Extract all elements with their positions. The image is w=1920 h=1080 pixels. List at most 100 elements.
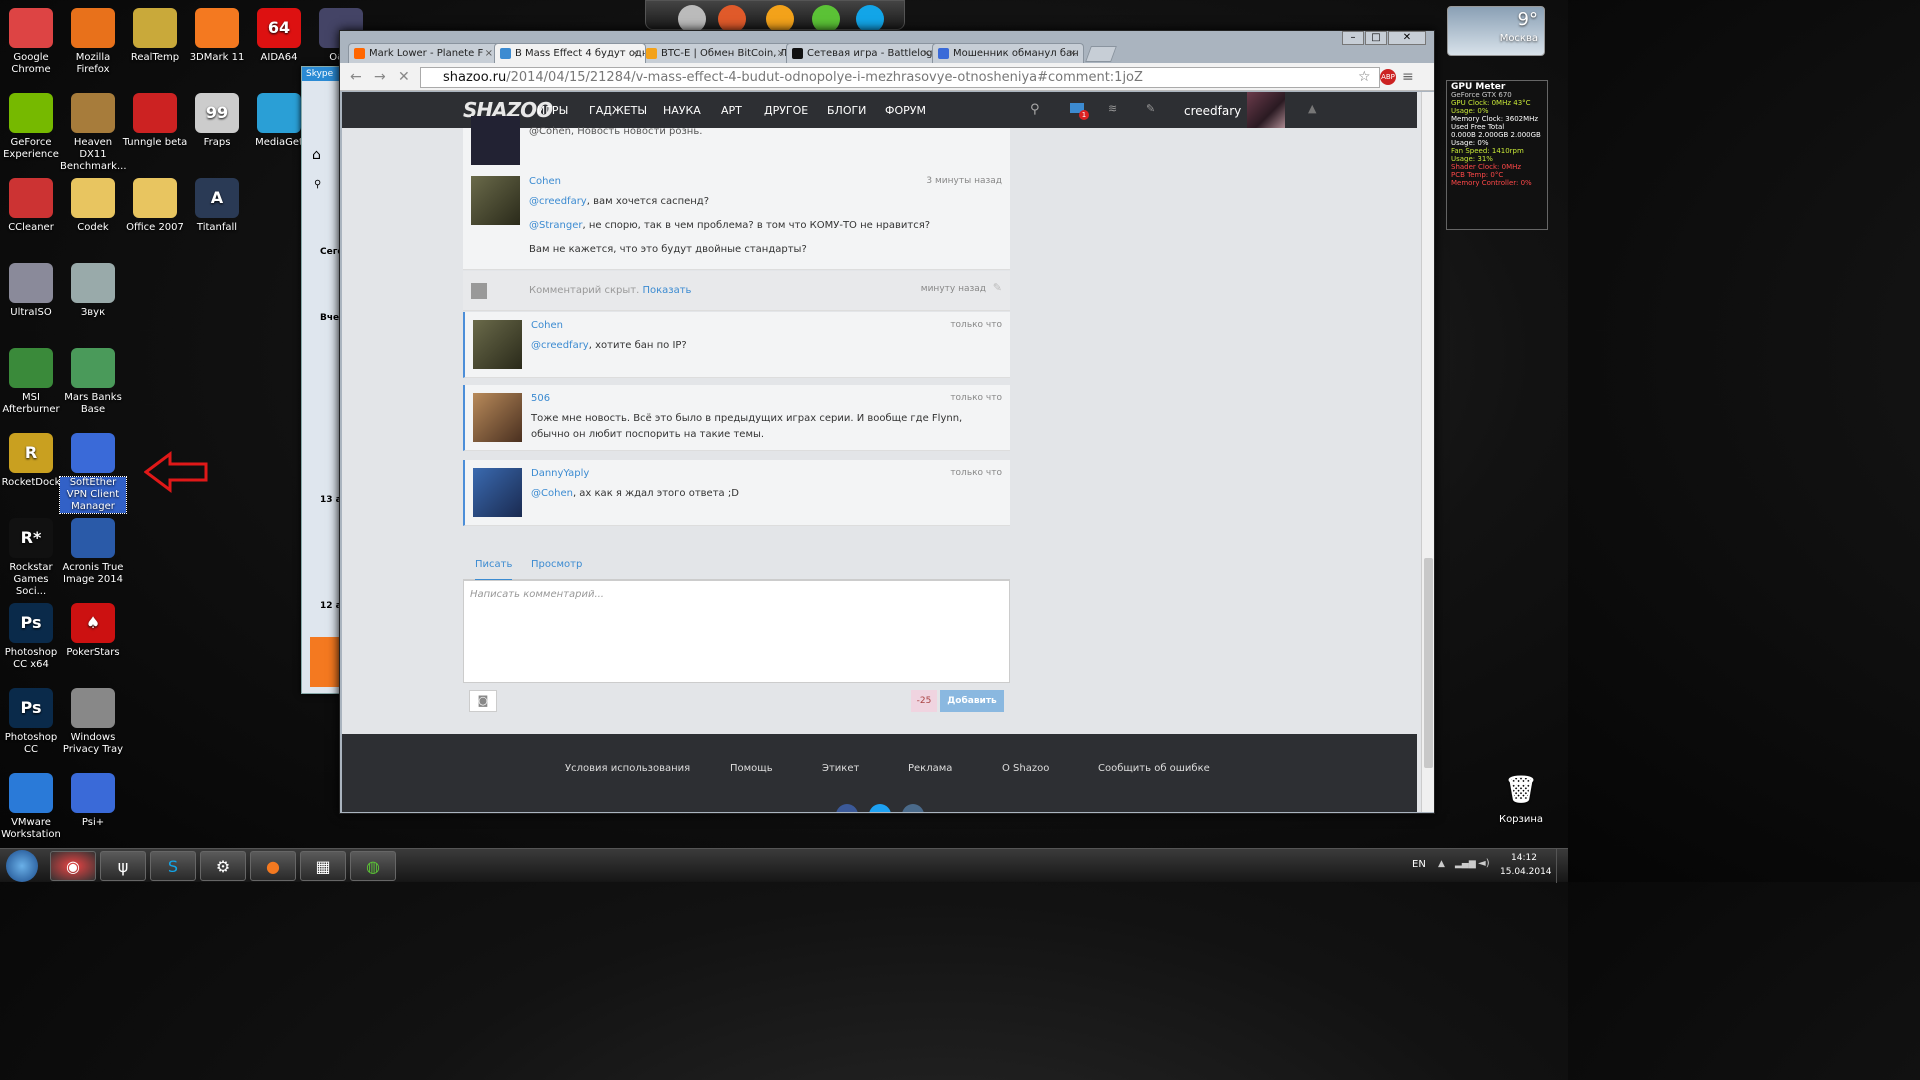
recycle-bin[interactable]: 🗑 Корзина xyxy=(1488,770,1554,826)
stop-icon[interactable]: ✕ xyxy=(398,69,410,85)
collapse-icon[interactable]: ▲ xyxy=(1308,102,1316,115)
desktop-icon[interactable]: Tunngle beta xyxy=(122,93,188,149)
avatar[interactable] xyxy=(473,468,522,517)
skype-icon[interactable] xyxy=(856,5,884,33)
skype-window[interactable]: Skype ⌂ ⚲ Сего Вчер 13 а 12 а xyxy=(301,66,346,694)
avatar[interactable] xyxy=(473,320,522,369)
mention-link[interactable]: @creedfary xyxy=(531,340,589,351)
tab-preview[interactable]: Просмотр xyxy=(531,559,582,570)
desktop-icon[interactable]: Codek xyxy=(60,178,126,234)
new-tab-button[interactable] xyxy=(1085,46,1117,62)
desktop-icon[interactable]: RealTemp xyxy=(122,8,188,64)
app-icon[interactable] xyxy=(718,5,746,33)
desktop-icon[interactable]: Psi+ xyxy=(60,773,126,829)
mention-link[interactable]: @creedfary xyxy=(529,196,587,207)
skype-taskbar-icon[interactable]: S xyxy=(150,851,196,881)
desktop-icon[interactable]: Acronis True Image 2014 xyxy=(60,518,126,586)
scrollbar-thumb[interactable] xyxy=(1424,558,1433,768)
close-tab-icon[interactable]: × xyxy=(631,44,639,63)
mention-link[interactable]: @Cohen xyxy=(531,488,573,499)
start-button[interactable] xyxy=(6,850,38,882)
nav-art[interactable]: АРТ xyxy=(721,104,742,117)
desktop-icon[interactable]: SoftEther VPN Client Manager xyxy=(59,433,127,514)
nav-games[interactable]: ИГРЫ xyxy=(537,104,568,117)
desktop-icon[interactable]: Звук xyxy=(60,263,126,319)
desktop-icon[interactable]: Mars Banks Base xyxy=(60,348,126,416)
comment-author[interactable]: 506 xyxy=(531,393,550,404)
desktop-icon[interactable]: A Titanfall xyxy=(184,178,250,234)
close-tab-icon[interactable]: × xyxy=(485,44,493,63)
pencil-icon[interactable]: ✎ xyxy=(993,281,1002,294)
weather-gadget[interactable]: 9° Москва xyxy=(1447,6,1545,56)
calculator-taskbar-icon[interactable]: ▦ xyxy=(300,851,346,881)
scrollbar[interactable] xyxy=(1421,92,1434,812)
browser-tab[interactable]: BTC-E | Обмен BitCoin, Л × xyxy=(640,43,792,63)
desktop-icon[interactable]: CCleaner xyxy=(0,178,64,234)
submit-button[interactable]: Добавить xyxy=(940,690,1004,712)
back-icon[interactable]: ← xyxy=(350,69,362,85)
feed-icon[interactable]: ≋ xyxy=(1108,102,1117,115)
mention-link[interactable]: @Stranger xyxy=(529,220,582,231)
desktop-icon[interactable]: Ps Photoshop CC xyxy=(0,688,64,756)
vk-icon[interactable] xyxy=(902,804,924,812)
desktop-icon[interactable]: MSI Afterburner xyxy=(0,348,64,416)
desktop-icon[interactable]: VMware Workstation xyxy=(0,773,64,841)
close-button[interactable]: ✕ xyxy=(1388,31,1426,45)
desktop-icon[interactable]: 3DMark 11 xyxy=(184,8,250,64)
nav-science[interactable]: НАУКА xyxy=(663,104,701,117)
skype-call-button[interactable] xyxy=(310,637,340,687)
nav-forum[interactable]: ФОРУМ xyxy=(885,104,926,117)
footer-ads[interactable]: Реклама xyxy=(908,763,952,774)
show-hidden-link[interactable]: Показать xyxy=(642,285,691,296)
search-icon[interactable] xyxy=(678,5,706,33)
language-indicator[interactable]: EN xyxy=(1412,859,1426,870)
app-icon[interactable] xyxy=(812,5,840,33)
close-tab-icon[interactable]: × xyxy=(1069,44,1077,63)
footer-help[interactable]: Помощь xyxy=(730,763,773,774)
desktop-icon[interactable]: R RocketDock xyxy=(0,433,64,489)
signal-icon[interactable]: ▂▄▆ xyxy=(1455,859,1476,869)
twitter-icon[interactable] xyxy=(869,804,891,812)
avatar[interactable] xyxy=(473,393,522,442)
avatar[interactable] xyxy=(471,176,520,225)
avatar[interactable] xyxy=(1247,92,1285,128)
camera-icon[interactable]: ◙ xyxy=(469,690,497,712)
desktop-icon[interactable]: Ps Photoshop CC x64 xyxy=(0,603,64,671)
clock-time[interactable]: 14:12 xyxy=(1502,853,1546,863)
address-bar[interactable]: shazoo.ru/2014/04/15/21284/v-mass-effect… xyxy=(420,67,1380,88)
adblock-icon[interactable]: ABP xyxy=(1380,69,1396,85)
browser-tab[interactable]: В Mass Effect 4 будут одн × xyxy=(494,43,646,63)
clock-date[interactable]: 15.04.2014 xyxy=(1500,867,1552,877)
desktop-icon[interactable]: UltraISO xyxy=(0,263,64,319)
minimize-button[interactable]: – xyxy=(1342,31,1364,45)
browser-tab[interactable]: Сетевая игра - Battlelog × xyxy=(786,43,938,63)
chrome-taskbar-icon[interactable]: ◉ xyxy=(50,851,96,881)
close-tab-icon[interactable]: × xyxy=(923,44,931,63)
footer-report-bug[interactable]: Сообщить об ошибке xyxy=(1098,763,1210,774)
desktop-icon[interactable]: Google Chrome xyxy=(0,8,64,76)
desktop-icon[interactable]: GeForce Experience xyxy=(0,93,64,161)
desktop-icon[interactable]: Heaven DX11 Benchmark... xyxy=(60,93,127,173)
bookmark-star-icon[interactable]: ☆ xyxy=(1358,69,1371,85)
psi-taskbar-icon[interactable]: ψ xyxy=(100,851,146,881)
nav-blogs[interactable]: БЛОГИ xyxy=(827,104,866,117)
nav-other[interactable]: ДРУГОЕ xyxy=(764,104,808,117)
tray-arrow-icon[interactable]: ▲ xyxy=(1438,859,1445,869)
comment-author[interactable]: Cohen xyxy=(529,176,561,187)
username[interactable]: creedfary xyxy=(1184,104,1241,118)
volume-icon[interactable]: ◄) xyxy=(1478,858,1490,869)
forward-icon[interactable]: → xyxy=(374,69,386,85)
gpu-meter-gadget[interactable]: GPU Meter GeForce GTX 670 GPU Clock: 0MH… xyxy=(1446,80,1548,230)
desktop-icon[interactable]: 64 AIDA64 xyxy=(246,8,312,64)
pencil-icon[interactable]: ✎ xyxy=(1146,102,1155,115)
comment-author[interactable]: DannyYaply xyxy=(531,468,589,479)
chrome-window[interactable]: Mark Lower - Planete F × В Mass Effect 4 б… xyxy=(339,30,1435,814)
browser-tab[interactable]: Mark Lower - Planete F × xyxy=(348,43,500,63)
origin-taskbar-icon[interactable]: ● xyxy=(250,851,296,881)
close-tab-icon[interactable]: × xyxy=(777,44,785,63)
menu-icon[interactable]: ≡ xyxy=(1402,69,1414,85)
network-taskbar-icon[interactable]: ◍ xyxy=(350,851,396,881)
desktop-icon[interactable]: 99 Fraps xyxy=(184,93,250,149)
desktop-icon[interactable]: R* Rockstar Games Soci... xyxy=(0,518,64,598)
facebook-icon[interactable] xyxy=(836,804,858,812)
